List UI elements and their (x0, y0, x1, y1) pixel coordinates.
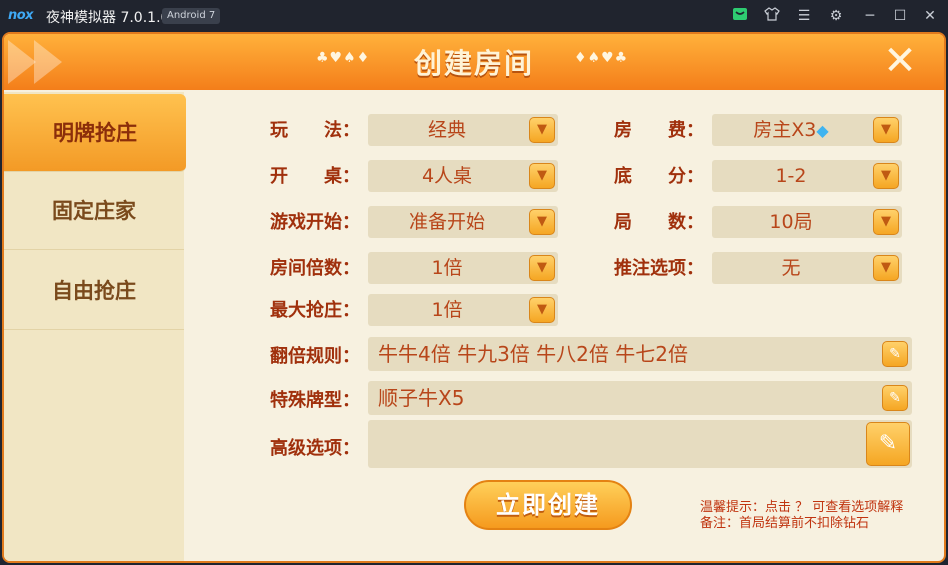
special-label: 特殊牌型： (270, 390, 360, 411)
multiplier-label: 房间倍数： (270, 258, 360, 279)
pin-icon[interactable]: ✎ (882, 341, 908, 367)
app-title: 夜神模拟器 7.0.1.0 (46, 10, 170, 26)
chevron-down-icon[interactable]: ▼ (529, 297, 555, 323)
tab-mingpai-qiangzhuang[interactable]: 明牌抢庄 (4, 94, 186, 172)
pin-icon[interactable]: ✎ (882, 385, 908, 411)
multiplier-select[interactable]: 1倍 ▼ (368, 252, 558, 284)
rounds-label: 局 数： (614, 212, 704, 233)
maxbank-label: 最大抢庄： (270, 300, 360, 321)
gear-icon[interactable]: ⚙ (826, 6, 846, 26)
minimize-icon[interactable]: ─ (860, 6, 880, 26)
chevron-down-icon[interactable]: ▼ (873, 255, 899, 281)
push-value: 无 (781, 257, 801, 279)
android-version-badge: Android 7 (162, 8, 221, 24)
multiplier-value: 1倍 (431, 257, 463, 279)
tip-note: 备注：首局结算前不扣除钻石 (700, 516, 870, 531)
special-value: 顺子牛X5 (378, 386, 465, 410)
fee-value-wrap: 房主X3◆ (712, 114, 870, 146)
pin-icon[interactable]: ✎ (866, 422, 910, 466)
play-label: 玩 法： (270, 120, 360, 141)
push-label: 推注选项： (614, 258, 704, 279)
chevron-down-icon[interactable]: ▼ (529, 255, 555, 281)
chevron-down-icon[interactable]: ▼ (529, 117, 555, 143)
start-select[interactable]: 准备开始 ▼ (368, 206, 558, 238)
dialog-title: 创建房间 (413, 47, 534, 80)
rounds-select[interactable]: 10局 ▼ (712, 206, 902, 238)
chevron-down-icon[interactable]: ▼ (873, 163, 899, 189)
create-room-button[interactable]: 立即创建 (464, 480, 632, 530)
maxbank-select[interactable]: 1倍 ▼ (368, 294, 558, 326)
advanced-label: 高级选项： (270, 438, 360, 459)
fee-label: 房 费： (614, 120, 704, 141)
chevron-down-icon[interactable]: ▼ (873, 209, 899, 235)
chevron-down-icon[interactable]: ▼ (873, 117, 899, 143)
create-room-dialog: ♣♥♠♦ 创建房间 ♦♠♥♣ ✕ 明牌抢庄 固定庄家 自由抢庄 玩 法： 经典 … (2, 32, 946, 563)
chevron-down-icon[interactable]: ▼ (529, 163, 555, 189)
chevron-down-icon[interactable]: ▼ (529, 209, 555, 235)
maxbank-value: 1倍 (431, 299, 463, 321)
table-value: 4人桌 (421, 165, 473, 187)
advanced-field[interactable]: ✎ (368, 420, 912, 468)
fee-select[interactable]: 房主X3◆ ▼ (712, 114, 902, 146)
start-value: 准备开始 (408, 211, 485, 233)
fee-value: 房主X3 (753, 119, 817, 141)
suits-decor-right: ♦♠♥♣ (574, 50, 629, 66)
diamond-icon: ◆ (816, 121, 829, 140)
emulator-titlebar: nox 夜神模拟器 7.0.1.0 Android 7 ☰ ⚙ ─ ☐ ✕ (0, 0, 948, 32)
tab-guding-zhuangjia[interactable]: 固定庄家 (4, 172, 184, 250)
close-icon[interactable]: ✕ (920, 6, 940, 26)
play-select[interactable]: 经典 ▼ (368, 114, 558, 146)
double-label: 翻倍规则： (270, 346, 360, 367)
base-label: 底 分： (614, 166, 704, 187)
dialog-close-button[interactable]: ✕ (864, 38, 936, 86)
start-label: 游戏开始： (270, 212, 360, 233)
maximize-icon[interactable]: ☐ (890, 6, 910, 26)
tab-ziyou-qiangzhuang[interactable]: 自由抢庄 (4, 252, 184, 330)
double-field[interactable]: 牛牛4倍 牛九3倍 牛八2倍 牛七2倍 ✎ (368, 337, 912, 371)
nox-logo: nox (8, 8, 34, 23)
dialog-header: ♣♥♠♦ 创建房间 ♦♠♥♣ ✕ (4, 34, 944, 90)
table-select[interactable]: 4人桌 ▼ (368, 160, 558, 192)
base-value: 1-2 (775, 165, 807, 187)
double-value: 牛牛4倍 牛九3倍 牛八2倍 牛七2倍 (378, 342, 688, 366)
special-field[interactable]: 顺子牛X5 ✎ (368, 381, 912, 415)
play-value: 经典 (427, 119, 466, 141)
shirt-icon[interactable] (762, 6, 782, 26)
menu-icon[interactable]: ☰ (794, 6, 814, 26)
push-select[interactable]: 无 ▼ (712, 252, 902, 284)
base-select[interactable]: 1-2 ▼ (712, 160, 902, 192)
table-label: 开 桌： (270, 166, 360, 187)
store-icon[interactable] (730, 6, 750, 26)
mode-tabs: 明牌抢庄 固定庄家 自由抢庄 (4, 92, 186, 561)
rounds-value: 10局 (769, 211, 813, 233)
